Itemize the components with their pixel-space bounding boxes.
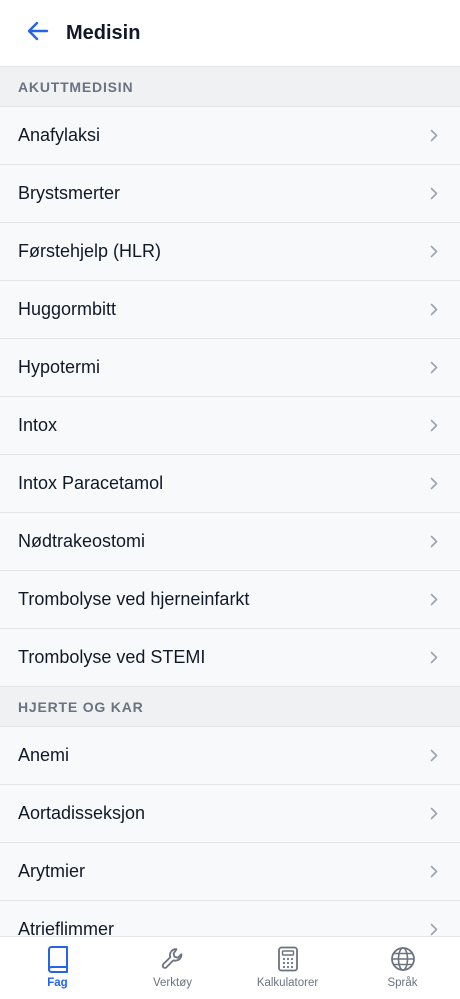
- section-header-akuttmedisin: AKUTTMEDISIN: [0, 67, 460, 107]
- chevron-right-icon: [428, 865, 440, 879]
- list-item-label: Brystsmerter: [18, 183, 121, 203]
- chevron-right-icon: [428, 477, 440, 491]
- list-item-huggormbitt[interactable]: Huggormbitt: [0, 281, 460, 339]
- list-item-intox[interactable]: Intox: [0, 397, 460, 455]
- list-item-label: Arytmier: [18, 861, 85, 881]
- list-item-label: Aortadisseksjon: [18, 803, 146, 823]
- chevron-right-icon: [428, 923, 440, 937]
- list-item-trombolyse-ved-hjerneinfarkt[interactable]: Trombolyse ved hjerneinfarkt: [0, 571, 460, 629]
- list-item-brystsmerter[interactable]: Brystsmerter: [0, 165, 460, 223]
- list-item-atrieflimmer[interactable]: Atrieflimmer: [0, 901, 460, 936]
- calculator-icon: [274, 945, 302, 973]
- list-item-hypotermi[interactable]: Hypotermi: [0, 339, 460, 397]
- list-item-aortadisseksjon[interactable]: Aortadisseksjon: [0, 785, 460, 843]
- chevron-right-icon: [428, 245, 440, 259]
- list-item-anafylaksi[interactable]: Anafylaksi: [0, 107, 460, 165]
- list-item-label: Intox: [18, 415, 58, 435]
- list-item-label: Trombolyse ved STEMI: [18, 647, 206, 667]
- list-item-label: Førstehjelp (HLR): [18, 241, 162, 261]
- chevron-right-icon: [428, 807, 440, 821]
- tab-sprak[interactable]: Språk: [345, 937, 460, 999]
- chevron-right-icon: [428, 419, 440, 433]
- chevron-right-icon: [428, 535, 440, 549]
- tab-fag[interactable]: Fag: [0, 937, 115, 999]
- section-header-hjerte-og-kar: HJERTE OG KAR: [0, 687, 460, 727]
- list-item-trombolyse-ved-stemi[interactable]: Trombolyse ved STEMI: [0, 629, 460, 687]
- page-title: Medisin: [66, 21, 141, 44]
- bottom-tab-bar: Fag Verktøy Kalkulatorer Språk: [0, 936, 460, 999]
- chevron-right-icon: [428, 303, 440, 317]
- chevron-right-icon: [428, 187, 440, 201]
- chevron-right-icon: [428, 361, 440, 375]
- tab-label: Språk: [387, 977, 418, 989]
- list-item-label: Anemi: [18, 745, 70, 765]
- wrench-icon: [159, 945, 187, 973]
- globe-icon: [389, 945, 417, 973]
- tab-label: Verktøy: [153, 977, 192, 989]
- list-item-arytmier[interactable]: Arytmier: [0, 843, 460, 901]
- arrow-left-icon: [27, 21, 49, 46]
- tab-label: Kalkulatorer: [256, 977, 319, 989]
- chevron-right-icon: [428, 651, 440, 665]
- list-item-label: Trombolyse ved hjerneinfarkt: [18, 589, 250, 609]
- tab-verktoy[interactable]: Verktøy: [115, 937, 230, 999]
- list-item-label: Nødtrakeostomi: [18, 531, 146, 551]
- topic-list[interactable]: AKUTTMEDISIN Anafylaksi Brystsmerter Første…: [0, 67, 460, 936]
- list-item-label: Anafylaksi: [18, 125, 101, 145]
- book-icon: [44, 945, 72, 973]
- tab-kalkulatorer[interactable]: Kalkulatorer: [230, 937, 345, 999]
- chevron-right-icon: [428, 129, 440, 143]
- top-bar: Medisin: [0, 0, 460, 67]
- list-item-forstehjelp-hlr[interactable]: Førstehjelp (HLR): [0, 223, 460, 281]
- chevron-right-icon: [428, 593, 440, 607]
- list-item-label: Huggormbitt: [18, 299, 117, 319]
- tab-label: Fag: [47, 977, 68, 989]
- back-button[interactable]: [18, 13, 58, 53]
- chevron-right-icon: [428, 749, 440, 763]
- list-item-label: Intox Paracetamol: [18, 473, 164, 493]
- list-item-nodtrakeostomi[interactable]: Nødtrakeostomi: [0, 513, 460, 571]
- list-item-intox-paracetamol[interactable]: Intox Paracetamol: [0, 455, 460, 513]
- list-item-label: Atrieflimmer: [18, 919, 115, 936]
- list-item-label: Hypotermi: [18, 357, 101, 377]
- list-item-anemi[interactable]: Anemi: [0, 727, 460, 785]
- app-screen: Medisin AKUTTMEDISIN Anafylaksi Brystsmert…: [0, 0, 460, 999]
